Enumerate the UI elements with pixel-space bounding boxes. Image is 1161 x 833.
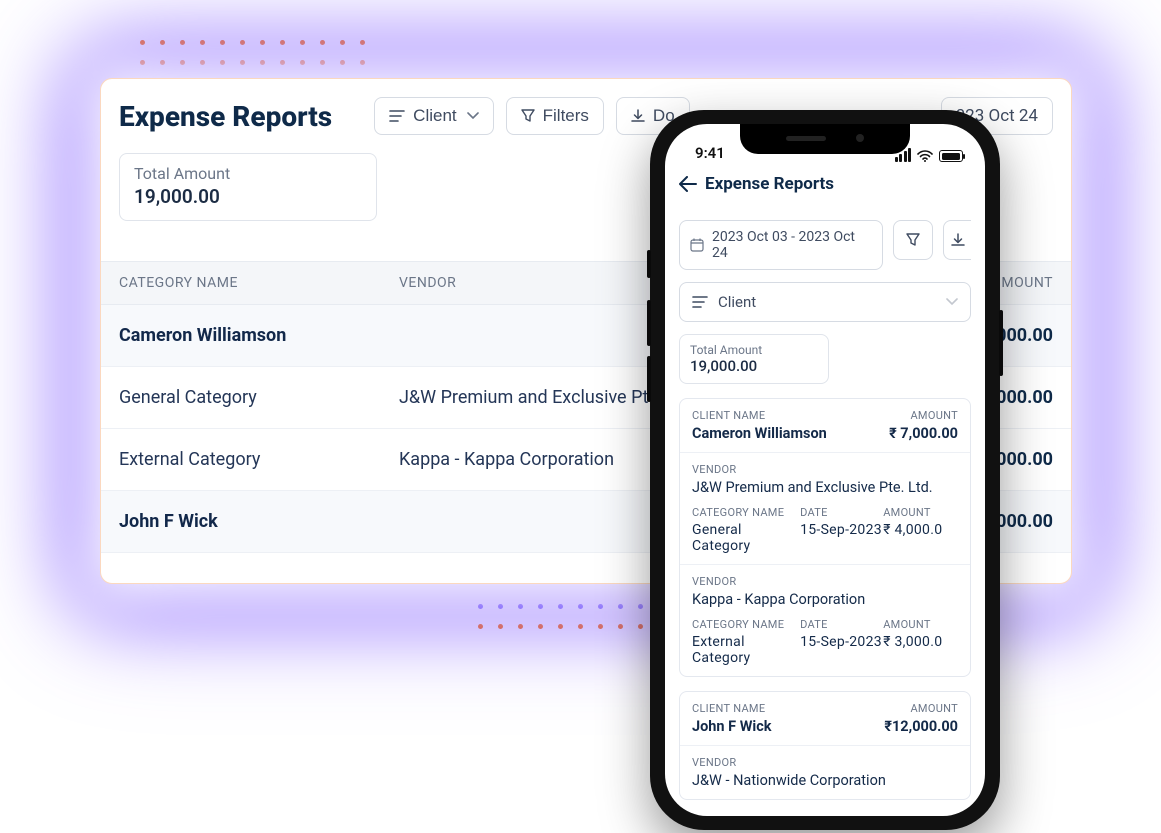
lbl-client-name: CLIENT NAME <box>692 702 765 715</box>
lbl-amount: AMOUNT <box>910 409 958 422</box>
page-title: Expense Reports <box>119 100 332 133</box>
phone-client-header[interactable]: CLIENT NAME AMOUNT John F Wick ₹12,000.0… <box>680 692 970 745</box>
phone-expense-item[interactable]: VENDOR Kappa - Kappa Corporation CATEGOR… <box>680 564 970 676</box>
group-by-label: Client <box>413 106 456 126</box>
lbl-date: DATE <box>800 506 883 519</box>
camera-icon <box>856 134 864 142</box>
decorative-dots <box>132 30 372 49</box>
phone-mockup: 9:41 Expense Reports <box>650 110 1000 830</box>
download-icon <box>631 109 645 123</box>
chevron-down-icon <box>467 112 479 120</box>
back-button[interactable] <box>679 176 697 192</box>
lbl-category: CATEGORY NAME <box>692 618 800 631</box>
cell-category: External Category <box>119 449 399 470</box>
phone-expense-item[interactable]: VENDOR J&W - Nationwide Corporation <box>680 745 970 799</box>
calendar-icon <box>690 238 704 252</box>
phone-download-button[interactable] <box>943 220 971 260</box>
wifi-icon <box>917 150 933 162</box>
phone-client-header[interactable]: CLIENT NAME AMOUNT Cameron Williamson ₹ … <box>680 399 970 452</box>
val-date: 15-Sep-2023 <box>800 522 883 554</box>
lbl-amount: AMOUNT <box>883 618 958 631</box>
battery-icon <box>939 150 963 162</box>
download-icon <box>951 233 965 247</box>
lbl-vendor: VENDOR <box>692 463 958 476</box>
lbl-amount: AMOUNT <box>883 506 958 519</box>
filter-icon <box>906 233 920 247</box>
lbl-amount: AMOUNT <box>910 702 958 715</box>
list-icon <box>692 295 708 309</box>
phone-title: Expense Reports <box>705 174 834 194</box>
phone-client-card: CLIENT NAME AMOUNT Cameron Williamson ₹ … <box>679 398 971 677</box>
phone-side-button <box>999 310 1003 376</box>
group-by-button[interactable]: Client <box>374 97 493 135</box>
phone-notch <box>740 124 910 154</box>
val-vendor: Kappa - Kappa Corporation <box>692 591 958 608</box>
decorative-dots <box>132 50 372 69</box>
val-vendor: J&W Premium and Exclusive Pte. Ltd. <box>692 479 958 496</box>
phone-content: Expense Reports 2023 Oct 03 - 2023 Oct 2… <box>665 164 985 800</box>
val-amount: ₹12,000.00 <box>884 718 958 735</box>
phone-total-label: Total Amount <box>690 343 818 357</box>
phone-header: Expense Reports <box>679 170 971 204</box>
phone-filter-button[interactable] <box>893 220 933 260</box>
filter-icon <box>521 109 535 123</box>
lbl-vendor: VENDOR <box>692 756 958 769</box>
status-time: 9:41 <box>695 144 725 162</box>
phone-screen: 9:41 Expense Reports <box>665 124 985 816</box>
phone-total-value: 19,000.00 <box>690 357 818 375</box>
filters-label: Filters <box>543 106 589 126</box>
cell-category: General Category <box>119 387 399 408</box>
phone-side-button <box>647 250 651 278</box>
val-date: 15-Sep-2023 <box>800 634 883 666</box>
group-name: Cameron Williamson <box>119 325 399 346</box>
th-category: CATEGORY NAME <box>119 275 399 291</box>
filters-button[interactable]: Filters <box>506 97 604 135</box>
group-name: John F Wick <box>119 511 399 532</box>
val-amount: ₹ 4,000.0 <box>883 522 958 554</box>
val-client-name: Cameron Williamson <box>692 425 827 442</box>
phone-expense-item[interactable]: VENDOR J&W Premium and Exclusive Pte. Lt… <box>680 452 970 564</box>
phone-side-button <box>647 356 651 402</box>
phone-date-range-value: 2023 Oct 03 - 2023 Oct 24 <box>712 229 872 261</box>
total-amount-label: Total Amount <box>134 164 362 183</box>
speaker-icon <box>786 136 826 141</box>
lbl-client-name: CLIENT NAME <box>692 409 765 422</box>
val-category: General Category <box>692 522 800 554</box>
list-icon <box>389 109 405 123</box>
lbl-category: CATEGORY NAME <box>692 506 800 519</box>
val-client-name: John F Wick <box>692 718 772 735</box>
val-amount: ₹ 3,000.0 <box>883 634 958 666</box>
phone-side-button <box>647 300 651 346</box>
status-icons <box>895 148 964 162</box>
val-category: External Category <box>692 634 800 666</box>
phone-group-by-label: Client <box>718 293 756 311</box>
phone-client-card: CLIENT NAME AMOUNT John F Wick ₹12,000.0… <box>679 691 971 800</box>
val-amount: ₹ 7,000.00 <box>889 425 958 442</box>
phone-date-range[interactable]: 2023 Oct 03 - 2023 Oct 24 <box>679 220 883 270</box>
phone-total-box: Total Amount 19,000.00 <box>679 334 829 384</box>
phone-group-by[interactable]: Client <box>679 282 971 322</box>
chevron-down-icon <box>946 298 958 306</box>
lbl-date: DATE <box>800 618 883 631</box>
total-amount-box: Total Amount 19,000.00 <box>119 153 377 221</box>
total-amount-value: 19,000.00 <box>134 185 362 208</box>
val-vendor: J&W - Nationwide Corporation <box>692 772 958 789</box>
lbl-vendor: VENDOR <box>692 575 958 588</box>
